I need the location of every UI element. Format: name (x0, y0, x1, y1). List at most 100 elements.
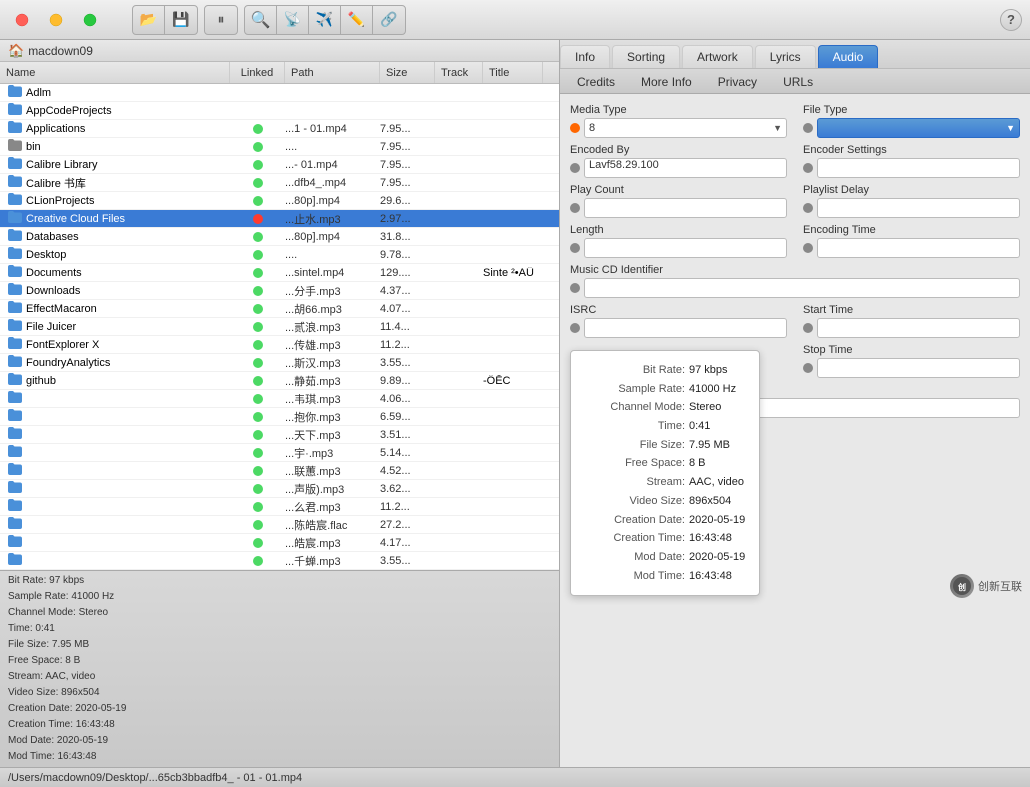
list-item[interactable]: ...天下.mp33.51... (0, 426, 559, 444)
close-button[interactable] (8, 6, 36, 34)
toolbar-btn-group-zoom: 🔍 📡 ✈️ ✏️ 🔗 (244, 5, 406, 35)
broadcast-button[interactable]: 📡 (277, 6, 309, 34)
folder-icon (8, 409, 22, 424)
list-item[interactable]: FoundryAnalytics...斯汉.mp33.55... (0, 354, 559, 372)
linked-dot (253, 250, 263, 260)
maximize-button[interactable] (76, 6, 104, 34)
file-name-label: github (26, 375, 56, 387)
list-item[interactable]: github...静茹.mp39.89...-ÔĒC (0, 372, 559, 390)
col-header-track[interactable]: Track (435, 62, 483, 83)
media-button[interactable]: ⏸ (205, 6, 237, 34)
tab2-more_info[interactable]: More Info (628, 71, 705, 93)
list-item[interactable]: ...千蝉.mp33.55... (0, 552, 559, 570)
file-path: ...- 01.mp4 (285, 159, 380, 171)
tab-lyrics[interactable]: Lyrics (755, 45, 816, 68)
tab2-privacy[interactable]: Privacy (705, 71, 770, 93)
col-header-path[interactable]: Path (285, 62, 380, 83)
list-item[interactable]: ...韦琪.mp34.06... (0, 390, 559, 408)
minimize-button[interactable] (42, 6, 70, 34)
list-item[interactable]: FontExplorer X...传雄.mp311.2... (0, 336, 559, 354)
playlist-delay-input[interactable] (817, 198, 1020, 218)
tab-info[interactable]: Info (560, 45, 610, 68)
tab2-credits[interactable]: Credits (564, 71, 628, 93)
list-item[interactable]: Creative Cloud Files...止水.mp32.97... (0, 210, 559, 228)
media-type-input[interactable]: 8 (584, 118, 787, 138)
music-cd-input[interactable] (584, 278, 1020, 298)
breadcrumb: 🏠 macdown09 (0, 40, 559, 62)
folder-icon (8, 517, 22, 532)
list-item[interactable]: bin....7.95... (0, 138, 559, 156)
file-type-select[interactable] (817, 118, 1020, 138)
file-path: ...陈皓宸.flac (285, 517, 380, 533)
list-item[interactable]: EffectMacaron...胡66.mp34.07... (0, 300, 559, 318)
list-item[interactable]: File Juicer...贰浪.mp311.4... (0, 318, 559, 336)
stop-time-dot (803, 363, 813, 373)
list-item[interactable]: ...陈皓宸.flac27.2... (0, 516, 559, 534)
open-button[interactable]: 📂 (133, 6, 165, 34)
folder-icon (8, 247, 22, 262)
linked-dot (253, 430, 263, 440)
list-item[interactable]: Desktop....9.78... (0, 246, 559, 264)
list-item[interactable]: ...皓宸.mp34.17... (0, 534, 559, 552)
file-size: 9.78... (380, 249, 435, 261)
plane-button[interactable]: ✈️ (309, 6, 341, 34)
linked-dot (253, 142, 263, 152)
tabs-row-1: InfoSortingArtworkLyricsAudio (560, 40, 1030, 69)
folder-icon (8, 301, 22, 316)
tab2-urls[interactable]: URLs (770, 71, 826, 93)
list-item[interactable]: Calibre 书库...dfb4_.mp47.95... (0, 174, 559, 192)
file-path: ...抱你.mp3 (285, 409, 380, 425)
list-item[interactable]: CLionProjects...80p].mp429.6... (0, 192, 559, 210)
encoder-settings-label: Encoder Settings (803, 144, 1020, 156)
linked-dot (253, 232, 263, 242)
folder-icon (8, 553, 22, 568)
watermark: 创 创新互联 (950, 574, 1022, 598)
list-item[interactable]: ...抱你.mp36.59... (0, 408, 559, 426)
link-button[interactable]: 🔗 (373, 6, 405, 34)
folder-icon (8, 427, 22, 442)
encoder-settings-input[interactable] (817, 158, 1020, 178)
folder-icon (8, 193, 22, 208)
linked-dot (253, 178, 263, 188)
linked-dot (253, 340, 263, 350)
list-item[interactable]: ...声版).mp33.62... (0, 480, 559, 498)
file-path: .... (285, 249, 380, 261)
encoded-by-input[interactable]: Lavf58.29.100 (584, 158, 787, 178)
isrc-input[interactable] (584, 318, 787, 338)
list-item[interactable]: AppCodeProjects (0, 102, 559, 120)
encoding-time-input[interactable] (817, 238, 1020, 258)
music-cd-label: Music CD Identifier (570, 264, 1020, 276)
music-cd-field: Music CD Identifier (570, 264, 1020, 298)
tab-artwork[interactable]: Artwork (682, 45, 753, 68)
list-item[interactable]: Adlm (0, 84, 559, 102)
list-item[interactable]: Downloads...分手.mp34.37... (0, 282, 559, 300)
list-item[interactable]: Databases...80p].mp431.8... (0, 228, 559, 246)
stop-time-input[interactable] (817, 358, 1020, 378)
help-button[interactable]: ? (1000, 9, 1022, 31)
play-count-input[interactable] (584, 198, 787, 218)
tab-sorting[interactable]: Sorting (612, 45, 680, 68)
list-item[interactable]: Calibre Library...- 01.mp47.95... (0, 156, 559, 174)
file-path: ...皓宸.mp3 (285, 535, 380, 551)
list-item[interactable]: Applications...1 - 01.mp47.95... (0, 120, 559, 138)
file-list[interactable]: AdlmAppCodeProjectsApplications...1 - 01… (0, 84, 559, 570)
col-header-size[interactable]: Size (380, 62, 435, 83)
col-header-title[interactable]: Title (483, 62, 543, 83)
list-item[interactable]: Documents...sintel.mp4129....Sinte ²•AÜ (0, 264, 559, 282)
watermark-text: 创新互联 (978, 578, 1022, 594)
zoom-in-button[interactable]: 🔍 (245, 6, 277, 34)
list-item[interactable]: ...么君.mp311.2... (0, 498, 559, 516)
list-item[interactable]: ...联蕙.mp34.52... (0, 462, 559, 480)
start-time-input[interactable] (817, 318, 1020, 338)
col-header-name[interactable]: Name (0, 62, 230, 83)
folder-icon (8, 175, 22, 190)
file-path: ...胡66.mp3 (285, 301, 380, 317)
list-item[interactable]: ...宇·.mp35.14... (0, 444, 559, 462)
length-input[interactable] (584, 238, 787, 258)
col-header-linked[interactable]: Linked (230, 62, 285, 83)
tab-audio[interactable]: Audio (818, 45, 879, 68)
linked-dot (253, 448, 263, 458)
file-path: ...么君.mp3 (285, 499, 380, 515)
save-button[interactable]: 💾 (165, 6, 197, 34)
edit-button[interactable]: ✏️ (341, 6, 373, 34)
